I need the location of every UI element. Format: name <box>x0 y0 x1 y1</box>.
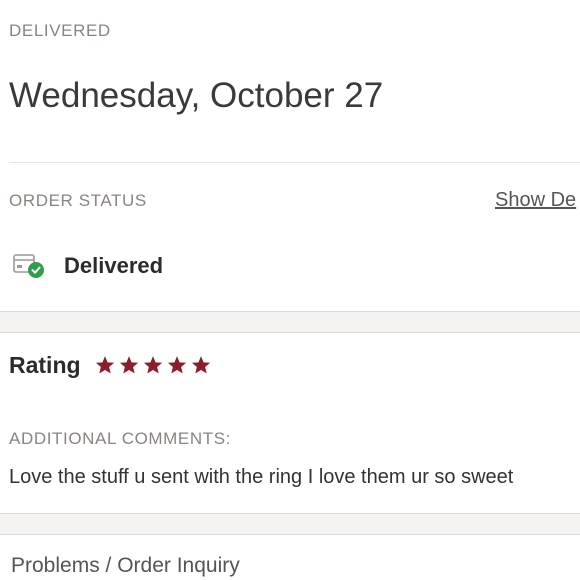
show-details-link[interactable]: Show De <box>495 189 576 212</box>
delivery-date: Wednesday, October 27 <box>9 76 384 115</box>
rating-label: Rating <box>9 352 81 378</box>
section-separator <box>0 513 580 535</box>
star-icon <box>119 356 139 374</box>
delivered-label: DELIVERED <box>9 21 111 40</box>
section-separator <box>0 311 580 333</box>
divider <box>9 162 580 163</box>
order-details-page: DELIVERED Wednesday, October 27 ORDER ST… <box>0 0 580 580</box>
additional-comments-label: ADDITIONAL COMMENTS: <box>9 429 231 448</box>
star-icon <box>191 356 211 374</box>
rating-stars <box>94 354 212 376</box>
order-status-text: Delivered <box>64 253 164 278</box>
package-check-icon <box>13 254 44 278</box>
additional-comments-text: Love the stuff u sent with the ring I lo… <box>9 466 514 488</box>
order-inquiry-link[interactable]: Problems / Order Inquiry <box>11 554 240 578</box>
star-icon <box>143 356 163 374</box>
star-icon <box>95 356 115 374</box>
star-icon <box>167 356 187 374</box>
order-status-label: ORDER STATUS <box>9 191 147 210</box>
